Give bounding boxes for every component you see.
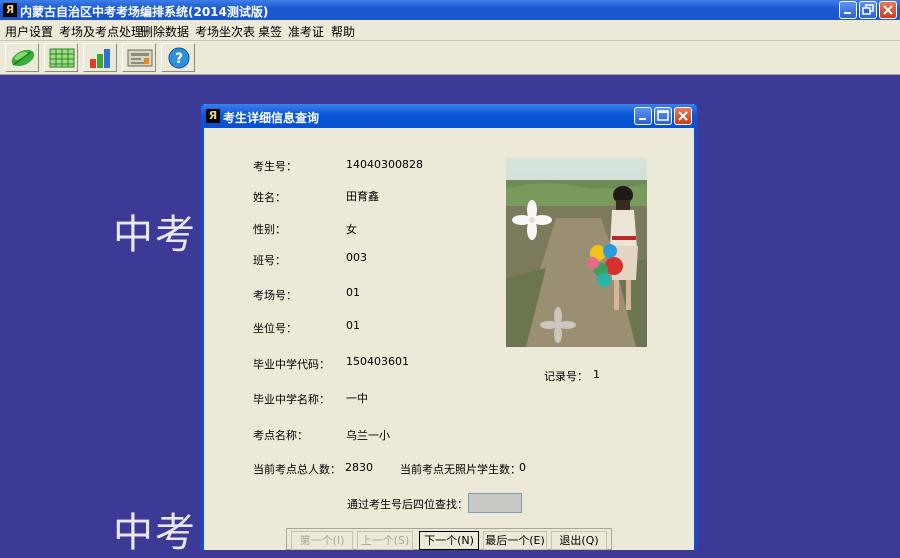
menu-desk-label[interactable]: 桌签 [258, 23, 282, 40]
close-icon [678, 111, 688, 121]
toolbar-help-button[interactable]: ? [161, 43, 195, 72]
toolbar-form-button[interactable] [122, 43, 156, 72]
no-photo-value: 0 [519, 461, 526, 474]
restore-icon [862, 4, 874, 15]
seat-no-label: 坐位号： [253, 322, 297, 335]
minimize-icon [639, 118, 646, 120]
app-icon: Я [206, 109, 220, 123]
record-no-value: 1 [593, 368, 600, 381]
room-no-label: 考场号： [253, 289, 297, 302]
bar-chart-icon [90, 49, 110, 68]
background-text: 中考 [113, 510, 197, 556]
menu-delete-data[interactable]: 删除数据 [141, 23, 189, 40]
first-record-button[interactable]: 第一个(I) [291, 531, 353, 550]
school-code-value: 150403601 [346, 355, 409, 368]
class-no-label: 班号： [253, 254, 286, 267]
site-total-label: 当前考点总人数： [253, 463, 341, 476]
maximize-icon [657, 110, 669, 121]
spreadsheet-icon [49, 48, 75, 68]
search-input[interactable] [468, 493, 522, 513]
toolbar-leaf-button[interactable] [5, 43, 39, 72]
menu-admission-ticket[interactable]: 准考证 [288, 23, 324, 40]
name-label: 姓名： [253, 191, 286, 204]
school-name-label: 毕业中学名称： [253, 393, 330, 406]
no-photo-label: 当前考点无照片学生数： [400, 463, 521, 476]
school-name-value: 一中 [346, 392, 368, 405]
restore-button[interactable] [859, 1, 877, 19]
dialog-title: 考生详细信息查询 [223, 111, 320, 125]
student-photo [506, 158, 647, 347]
main-titlebar[interactable]: Я 内蒙古自治区中考考场编排系统(2014测试版) [0, 0, 900, 20]
menu-rooms-sites[interactable]: 考场及考点处理 [59, 23, 143, 40]
student-info-dialog: Я 考生详细信息查询 考生号： 14040300828 姓名： 田育鑫 性别： … [201, 104, 697, 550]
site-name-label: 考点名称： [253, 429, 308, 442]
exit-button[interactable]: 退出(Q) [551, 531, 607, 550]
seat-no-value: 01 [346, 319, 360, 332]
svg-text:?: ? [175, 51, 183, 67]
student-no-label: 考生号： [253, 160, 297, 173]
student-no-value: 14040300828 [346, 158, 423, 171]
help-icon: ? [168, 47, 190, 69]
dialog-titlebar[interactable]: Я 考生详细信息查询 [201, 104, 697, 128]
app-icon: Я [3, 3, 17, 17]
name-value: 田育鑫 [346, 190, 379, 203]
gender-label: 性别： [253, 223, 286, 236]
toolbar-spreadsheet-button[interactable] [44, 43, 78, 72]
gender-value: 女 [346, 223, 357, 236]
toolbar: ? [0, 41, 900, 75]
window-title: 内蒙古自治区中考考场编排系统(2014测试版) [20, 5, 269, 19]
next-record-button[interactable]: 下一个(N) [419, 531, 479, 550]
site-name-value: 乌兰一小 [346, 429, 390, 442]
menu-help[interactable]: 帮助 [331, 23, 355, 40]
last-record-button[interactable]: 最后一个(E) [483, 531, 547, 550]
close-icon [883, 5, 893, 15]
dialog-minimize-button[interactable] [634, 107, 652, 125]
minimize-icon [844, 12, 851, 14]
previous-record-button[interactable]: 上一个(S) [357, 531, 413, 550]
menu-user-settings[interactable]: 用户设置 [5, 23, 53, 40]
navigation-button-group: 第一个(I) 上一个(S) 下一个(N) 最后一个(E) 退出(Q) [286, 528, 612, 550]
room-no-value: 01 [346, 286, 360, 299]
photo-image [506, 158, 647, 347]
search-label: 通过考生号后四位查找： [347, 498, 468, 511]
record-no-label: 记录号： [544, 370, 588, 383]
dialog-maximize-button[interactable] [654, 107, 672, 125]
class-no-value: 003 [346, 251, 367, 264]
background-text: 中考 [113, 212, 197, 258]
minimize-button[interactable] [839, 1, 857, 19]
menu-seat-table[interactable]: 考场坐次表 [195, 23, 255, 40]
dialog-close-button[interactable] [674, 107, 692, 125]
leaf-icon [11, 49, 35, 67]
toolbar-chart-button[interactable] [83, 43, 117, 72]
close-button[interactable] [879, 1, 897, 19]
menu-bar: 用户设置 考场及考点处理 删除数据 考场坐次表 桌签 准考证 帮助 [0, 20, 900, 41]
form-icon [127, 49, 153, 67]
site-total-value: 2830 [345, 461, 373, 474]
school-code-label: 毕业中学代码： [253, 358, 330, 371]
